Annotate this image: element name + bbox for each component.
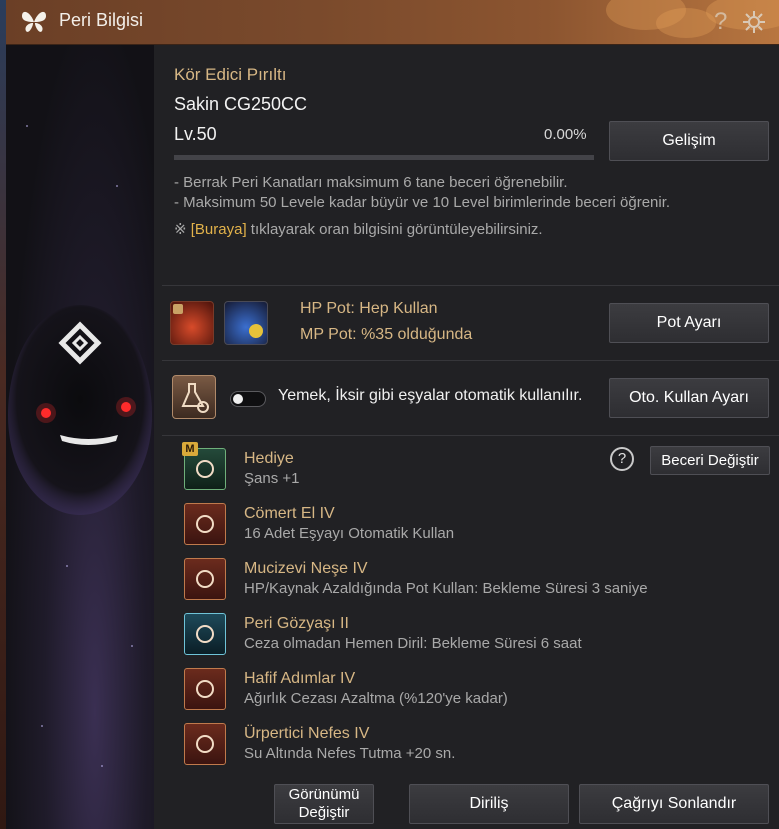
rates-link[interactable]: [Buraya] (191, 221, 247, 238)
divider (162, 285, 779, 286)
note-prefix: ※ (174, 221, 191, 238)
mp-potion-icon[interactable] (224, 301, 268, 345)
hp-potion-icon[interactable] (170, 301, 214, 345)
hp-pot-setting: HP Pot: Hep Kullan (300, 300, 438, 317)
growth-button[interactable]: Gelişim (609, 121, 769, 161)
gear-icon[interactable] (741, 9, 767, 35)
flask-gear-icon (181, 383, 209, 413)
skill-name: Ürpertici Nefes IV (244, 725, 370, 742)
change-look-line-2: Değiştir (298, 804, 350, 821)
auto-use-toggle[interactable] (230, 391, 266, 407)
fairy-icon (184, 503, 226, 545)
skill-description: 16 Adet Eşyayı Otomatik Kullan (244, 525, 455, 542)
info-line-1: - Berrak Peri Kanatları maksimum 6 tane … (174, 174, 568, 191)
end-summon-button[interactable]: Çağrıyı Sonlandır (579, 784, 769, 824)
skill-help-icon[interactable]: ? (610, 447, 634, 471)
skill-glyph (196, 625, 214, 643)
skill-name: Hafif Adımlar IV (244, 670, 356, 687)
change-appearance-button[interactable]: Görünümü Değiştir (274, 784, 374, 824)
skill-glyph (196, 735, 214, 753)
skill-glyph (196, 680, 214, 698)
main-content: Kör Edici Pırıltı Sakin CG250CC Lv.50 0.… (154, 45, 779, 829)
help-icon[interactable]: ? (714, 8, 727, 36)
note-suffix: tıklayarak oran bilgisini görüntüleyebil… (246, 221, 543, 238)
window-title: Peri Bilgisi (59, 10, 144, 30)
breath-icon (184, 723, 226, 765)
skill-glyph (196, 515, 214, 533)
pet-portrait-panel (6, 45, 154, 829)
skill-glyph (196, 570, 214, 588)
skill-description: Su Altında Nefes Tutma +20 sn. (244, 745, 456, 762)
skill-description: Ceza olmadan Hemen Diril: Bekleme Süresi… (244, 635, 582, 652)
auto-use-potion-icon (172, 375, 216, 419)
pet-stats: Sakin CG250CC (174, 94, 308, 114)
skill-description: Şans +1 (244, 470, 300, 487)
skill-name: Cömert El IV (244, 505, 335, 522)
exp-progress-bar (174, 155, 594, 160)
skill-badge: M (182, 442, 198, 456)
change-look-line-1: Görünümü (288, 786, 360, 803)
weight-icon (184, 668, 226, 710)
change-skill-button[interactable]: Beceri Değiştir (650, 446, 770, 475)
divider (162, 435, 779, 436)
auto-use-label: Yemek, İksir gibi eşyalar otomatik kulla… (278, 387, 583, 404)
toggle-knob (233, 394, 243, 404)
butterfly-icon (22, 11, 46, 32)
skill-name: Peri Gözyaşı II (244, 615, 349, 632)
info-note: ※ [Buraya] tıklayarak oran bilgisini gör… (174, 220, 543, 238)
title-bar[interactable]: Peri Bilgisi ? (6, 0, 779, 45)
revive-button[interactable]: Diriliş (409, 784, 569, 824)
mp-pot-setting: MP Pot: %35 olduğunda (300, 326, 473, 343)
info-line-2: - Maksimum 50 Levele kadar büyür ve 10 L… (174, 194, 671, 211)
skill-glyph (196, 460, 214, 478)
skill-name: Hediye (244, 450, 294, 467)
tear-icon (184, 613, 226, 655)
exp-percent: 0.00% (544, 126, 587, 143)
pet-name: Kör Edici Pırıltı (174, 65, 287, 84)
potion-plus-icon (184, 558, 226, 600)
skill-name: Mucizevi Neşe IV (244, 560, 368, 577)
auto-use-settings-button[interactable]: Oto. Kullan Ayarı (609, 378, 769, 418)
skill-description: HP/Kaynak Azaldığında Pot Kullan: Beklem… (244, 580, 648, 597)
divider (162, 360, 779, 361)
pet-portrait (8, 305, 152, 515)
pot-settings-button[interactable]: Pot Ayarı (609, 303, 769, 343)
skill-description: Ağırlık Cezası Azaltma (%120'ye kadar) (244, 690, 508, 707)
pet-level: Lv.50 (174, 124, 217, 144)
pet-info-window: Peri Bilgisi ? Kör Edici Pırıltı Sakin C… (6, 0, 779, 829)
